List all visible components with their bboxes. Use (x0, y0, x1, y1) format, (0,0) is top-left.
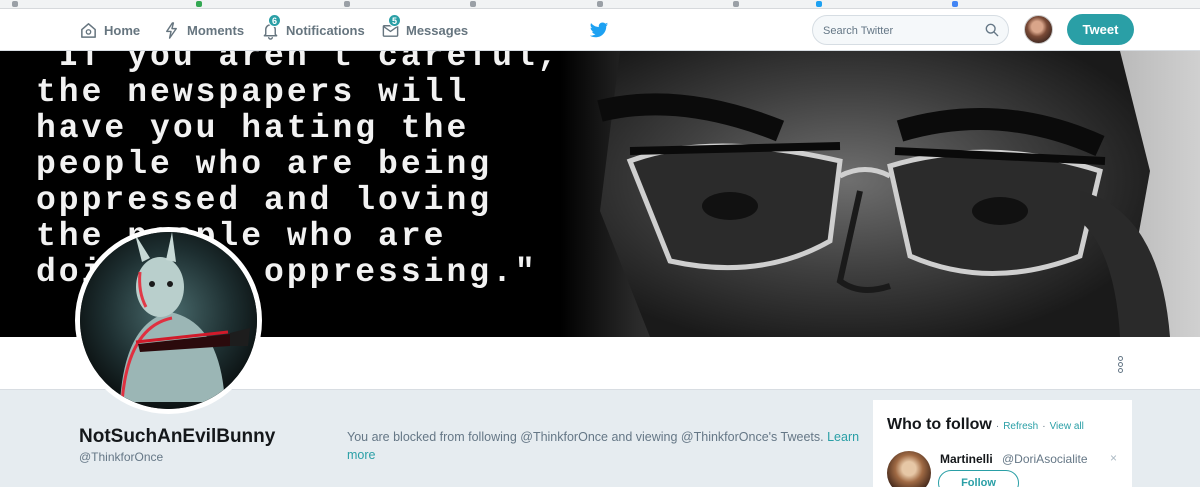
quote-line: have you hating the (36, 110, 470, 147)
suggestion-avatar[interactable] (887, 451, 931, 487)
banner-portrait-photo (560, 51, 1200, 337)
notifications-count-badge: 6 (268, 14, 281, 27)
blocked-notice: You are blocked from following @Thinkfor… (347, 428, 862, 464)
lightning-icon (166, 21, 177, 39)
profile-display-name[interactable]: NotSuchAnEvilBunny (79, 426, 275, 448)
messages-count-badge: 5 (388, 14, 401, 27)
home-icon (81, 22, 96, 38)
quote-line: people who are being (36, 146, 493, 183)
separator-dot: · (1042, 421, 1046, 432)
nav-home-label: Home (104, 22, 141, 38)
suggestion-handle: @DoriAsocialite (1002, 452, 1088, 466)
profile-avatar-image (80, 232, 257, 409)
account-avatar[interactable] (1024, 15, 1053, 44)
nav-home[interactable]: Home (79, 9, 140, 51)
nav-notifications[interactable]: 6 Notifications (261, 9, 365, 51)
quote-line: the newspapers will (36, 74, 470, 111)
refresh-link[interactable]: Refresh (1003, 421, 1038, 432)
quote-line: "If you aren't careful, (36, 51, 561, 75)
search-icon[interactable] (985, 23, 999, 37)
profile-handle: @ThinkforOnce (79, 450, 164, 464)
who-to-follow-header: Who to follow · Refresh · View all (887, 416, 1084, 434)
top-navigation-bar: Home Moments 6 Notifications 5 Messages … (0, 9, 1200, 51)
nav-messages[interactable]: 5 Messages (381, 9, 468, 51)
who-to-follow-module: Who to follow · Refresh · View all Marti… (873, 400, 1132, 487)
twitter-bird-icon[interactable] (589, 20, 609, 40)
follow-button[interactable]: Follow (938, 470, 1019, 487)
quote-line: oppressed and loving (36, 182, 493, 219)
nav-notifications-label: Notifications (286, 22, 365, 38)
nav-moments[interactable]: Moments (162, 9, 244, 51)
tweet-button[interactable]: Tweet (1067, 14, 1134, 45)
view-all-link[interactable]: View all (1050, 421, 1084, 432)
dismiss-suggestion-icon[interactable]: × (1110, 451, 1117, 465)
nav-messages-label: Messages (406, 22, 469, 38)
search-input[interactable] (823, 22, 983, 39)
search-box (812, 15, 1009, 45)
profile-avatar[interactable] (75, 227, 262, 414)
nav-moments-label: Moments (187, 22, 245, 38)
more-options-icon[interactable] (1114, 355, 1126, 375)
separator-dot: · (995, 421, 1000, 432)
blocked-message: You are blocked from following @Thinkfor… (347, 430, 824, 444)
suggestion-name[interactable]: Martinelli (940, 452, 993, 466)
who-to-follow-title: Who to follow (887, 416, 992, 433)
browser-bookmarks-strip (0, 0, 1200, 9)
